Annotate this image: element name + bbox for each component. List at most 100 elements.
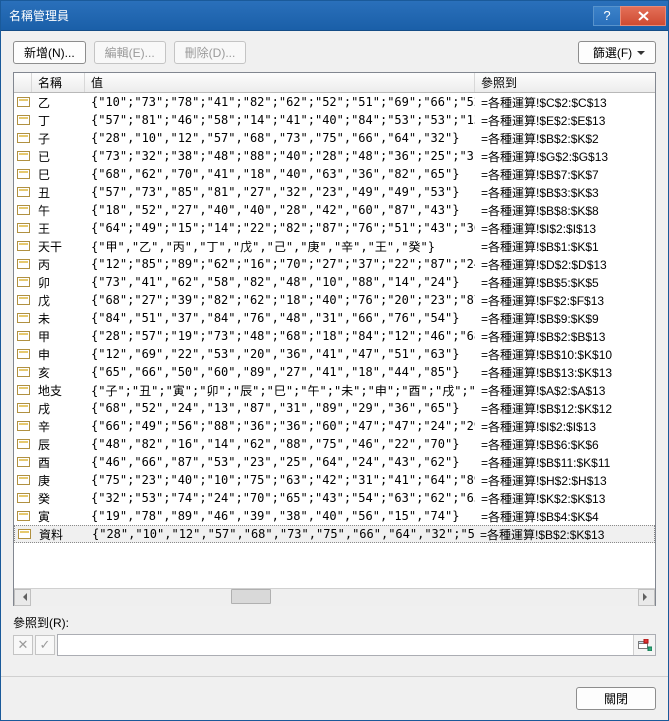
row-name: 戌 (32, 400, 85, 417)
row-ref: =各種運算!$B$11:$K$11 (475, 454, 655, 471)
row-value: {"73","41","62","58","82","48","10","88"… (85, 275, 475, 289)
row-value: {"75";"23";"40";"10";"75";"63";"42";"31"… (85, 473, 475, 487)
name-icon (14, 277, 32, 287)
row-value: {"子";"丑";"寅";"卯";"辰";"巳";"午";"未";"申";"酉"… (85, 382, 475, 399)
scroll-right-button[interactable] (638, 589, 655, 606)
table-row[interactable]: 天干{"甲","乙","丙","丁","戊","己","庚","辛","王","… (14, 237, 655, 255)
titlebar-buttons: ? (594, 6, 666, 26)
row-ref: =各種運算!$G$2:$G$13 (475, 148, 655, 165)
row-name: 丙 (32, 256, 85, 273)
table-row[interactable]: 丑{"57","73","85","81","27","32","23","49… (14, 183, 655, 201)
row-ref: =各種運算!$B$2:$K$2 (475, 130, 655, 147)
col-ref[interactable]: 參照到 (475, 73, 655, 92)
accept-ref-button[interactable]: ✓ (35, 635, 55, 655)
horizontal-scrollbar[interactable] (14, 588, 655, 605)
row-ref: =各種運算!$E$2:$E$13 (475, 112, 655, 129)
row-value: {"68","52","24","13","87","31","89","29"… (85, 401, 475, 415)
name-manager-window: 名稱管理員 ? 新增(N)... 編輯(E)... 刪除(D)... 篩選(F)… (0, 0, 669, 721)
col-name[interactable]: 名稱 (32, 73, 85, 92)
list-body[interactable]: 乙{"10";"73";"78";"41";"82";"62";"52";"51… (14, 93, 655, 588)
table-row[interactable]: 地支{"子";"丑";"寅";"卯";"辰";"巳";"午";"未";"申";"… (14, 381, 655, 399)
row-value: {"甲","乙","丙","丁","戊","己","庚","辛","王","癸"… (85, 238, 475, 255)
new-button[interactable]: 新增(N)... (13, 41, 86, 64)
filter-button[interactable]: 篩選(F) (578, 41, 656, 64)
table-row[interactable]: 戌{"68","52","24","13","87","31","89","29… (14, 399, 655, 417)
table-row[interactable]: 資料{"28","10","12","57","68","73","75","6… (14, 525, 655, 543)
table-row[interactable]: 丙{"12";"85";"89";"62";"16";"70";"27";"37… (14, 255, 655, 273)
row-name: 天干 (32, 238, 85, 255)
filter-label: 篩選(F) (593, 44, 632, 61)
table-row[interactable]: 午{"18","52","27","40","40","28","42","60… (14, 201, 655, 219)
name-icon (14, 313, 32, 323)
name-icon (14, 457, 32, 467)
refers-to-section: 參照到(R): ✕ ✓ (13, 614, 656, 656)
table-row[interactable]: 王{"64";"49";"15";"14";"22";"82";"87";"76… (14, 219, 655, 237)
row-ref: =各種運算!$B$7:$K$7 (475, 166, 655, 183)
range-picker-icon (638, 639, 652, 651)
scroll-thumb[interactable] (231, 589, 271, 604)
row-value: {"12";"85";"89";"62";"16";"70";"27";"37"… (85, 257, 475, 271)
close-button[interactable]: 關閉 (576, 687, 656, 710)
table-row[interactable]: 巳{"68","62","70","41","18","40","63","36… (14, 165, 655, 183)
titlebar: 名稱管理員 ? (1, 1, 668, 31)
row-name: 丑 (32, 184, 85, 201)
cancel-ref-button[interactable]: ✕ (13, 635, 33, 655)
name-icon (14, 493, 32, 503)
table-row[interactable]: 已{"73";"32";"38";"48";"88";"40";"28";"48… (14, 147, 655, 165)
table-row[interactable]: 子{"28","10","12","57","68","73","75","66… (14, 129, 655, 147)
table-row[interactable]: 甲{"28";"57";"19";"73";"48";"68";"18";"84… (14, 327, 655, 345)
row-ref: =各種運算!$B$9:$K$9 (475, 310, 655, 327)
name-icon (14, 151, 32, 161)
row-ref: =各種運算!$I$2:$I$13 (475, 418, 655, 435)
table-row[interactable]: 未{"84","51","37","84","76","48","31","66… (14, 309, 655, 327)
help-button[interactable]: ? (593, 6, 621, 26)
row-name: 辰 (32, 436, 85, 453)
window-title: 名稱管理員 (9, 7, 594, 24)
table-row[interactable]: 戊{"68";"27";"39";"82";"62";"18";"40";"76… (14, 291, 655, 309)
col-value[interactable]: 值 (85, 73, 475, 92)
table-row[interactable]: 卯{"73","41","62","58","82","48","10","88… (14, 273, 655, 291)
scroll-track[interactable] (31, 589, 638, 606)
table-row[interactable]: 辛{"66";"49";"56";"88";"36";"36";"60";"47… (14, 417, 655, 435)
col-icon[interactable] (14, 73, 32, 92)
name-icon (14, 241, 32, 251)
close-window-button[interactable] (620, 6, 666, 26)
range-picker-button[interactable] (633, 635, 655, 655)
table-row[interactable]: 酉{"46","66","87","53","23","25","64","24… (14, 453, 655, 471)
table-row[interactable]: 寅{"19","78","89","46","39","38","40","56… (14, 507, 655, 525)
table-row[interactable]: 丁{"57";"81";"46";"58";"14";"41";"40";"84… (14, 111, 655, 129)
table-row[interactable]: 癸{"32";"53";"74";"24";"70";"65";"43";"54… (14, 489, 655, 507)
row-name: 酉 (32, 454, 85, 471)
row-value: {"48","82","16","14","62","88","75","46"… (85, 437, 475, 451)
table-row[interactable]: 乙{"10";"73";"78";"41";"82";"62";"52";"51… (14, 93, 655, 111)
edit-button[interactable]: 編輯(E)... (94, 41, 166, 64)
row-ref: =各種運算!$B$6:$K$6 (475, 436, 655, 453)
row-value: {"68","62","70","41","18","40","63","36"… (85, 167, 475, 181)
delete-button[interactable]: 刪除(D)... (174, 41, 247, 64)
scroll-left-button[interactable] (14, 589, 31, 606)
row-ref: =各種運算!$K$2:$K$13 (475, 490, 655, 507)
row-ref: =各種運算!$D$2:$D$13 (475, 256, 655, 273)
name-icon (14, 97, 32, 107)
table-row[interactable]: 庚{"75";"23";"40";"10";"75";"63";"42";"31… (14, 471, 655, 489)
close-icon (638, 11, 649, 21)
row-value: {"73";"32";"38";"48";"88";"40";"28";"48"… (85, 149, 475, 163)
name-icon (14, 259, 32, 269)
name-icon (14, 385, 32, 395)
row-value: {"12","69","22","53","20","36","41","47"… (85, 347, 475, 361)
row-name: 申 (32, 346, 85, 363)
row-name: 子 (32, 130, 85, 147)
row-ref: =各種運算!$B$5:$K$5 (475, 274, 655, 291)
table-row[interactable]: 辰{"48","82","16","14","62","88","75","46… (14, 435, 655, 453)
name-icon (14, 115, 32, 125)
refers-to-label: 參照到(R): (13, 614, 656, 631)
row-value: {"57";"81";"46";"58";"14";"41";"40";"84"… (85, 113, 475, 127)
refers-to-input[interactable] (58, 635, 633, 655)
row-name: 癸 (32, 490, 85, 507)
name-icon (14, 403, 32, 413)
table-row[interactable]: 亥{"65","66","50","60","89","27","41","18… (14, 363, 655, 381)
table-row[interactable]: 申{"12","69","22","53","20","36","41","47… (14, 345, 655, 363)
name-icon (14, 421, 32, 431)
row-name: 庚 (32, 472, 85, 489)
name-icon (14, 205, 32, 215)
